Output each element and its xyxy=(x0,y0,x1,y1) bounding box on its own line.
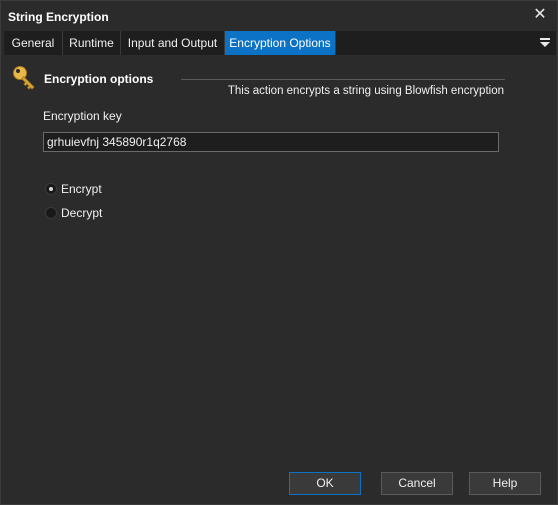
close-icon[interactable]: ✕ xyxy=(529,5,551,25)
window-title: String Encryption xyxy=(8,10,109,24)
help-button[interactable]: Help xyxy=(469,472,541,495)
encryption-key-label: Encryption key xyxy=(43,109,122,123)
key-icon xyxy=(13,66,35,90)
encrypt-radio[interactable]: Encrypt xyxy=(45,182,115,198)
tab-input-and-output[interactable]: Input and Output xyxy=(121,31,225,55)
decrypt-radio-circle[interactable] xyxy=(45,207,57,219)
tab-bar: General Runtime Input and Output Encrypt… xyxy=(4,31,556,55)
tab-general[interactable]: General xyxy=(4,31,63,55)
encrypt-radio-circle[interactable] xyxy=(45,183,57,195)
encryption-key-input[interactable] xyxy=(43,132,499,152)
cancel-button[interactable]: Cancel xyxy=(381,472,453,495)
decrypt-radio[interactable]: Decrypt xyxy=(45,206,115,222)
radio-selected-dot xyxy=(49,187,53,191)
tab-encryption-options[interactable]: Encryption Options xyxy=(225,31,336,55)
dropdown-menu-icon[interactable] xyxy=(538,31,552,55)
section-description: This action encrypts a string using Blow… xyxy=(227,85,504,97)
tab-runtime[interactable]: Runtime xyxy=(63,31,121,55)
dialog-window: String Encryption ✕ General Runtime Inpu… xyxy=(0,0,558,505)
ok-button[interactable]: OK xyxy=(289,472,361,495)
section-title: Encryption options xyxy=(44,72,154,86)
section-divider xyxy=(181,79,505,80)
encrypt-radio-label[interactable]: Encrypt xyxy=(61,182,102,196)
title-bar: String Encryption ✕ xyxy=(1,1,557,31)
decrypt-radio-label[interactable]: Decrypt xyxy=(61,206,102,220)
